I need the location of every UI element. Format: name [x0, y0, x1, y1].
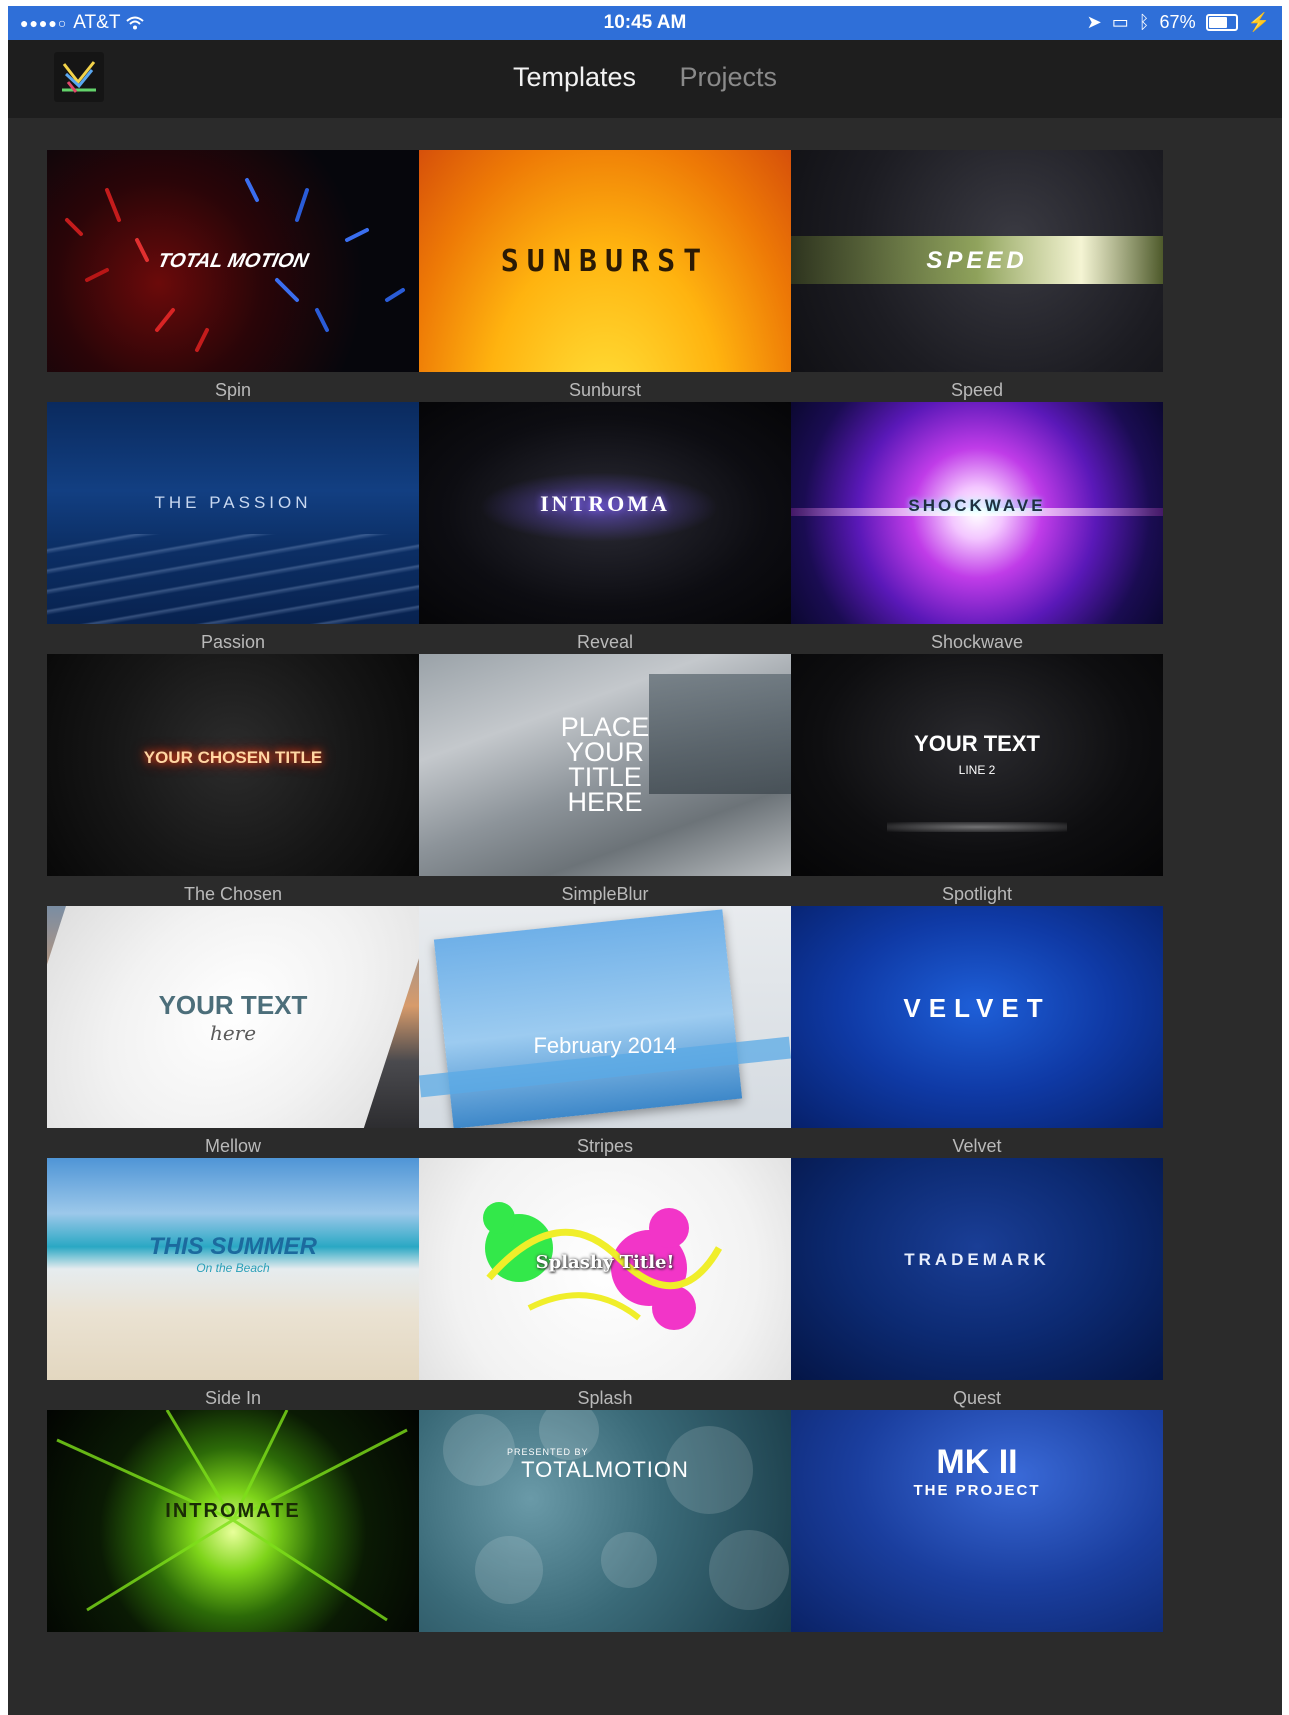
- template-tile-the-chosen[interactable]: YOUR CHOSEN TITLE The Chosen: [47, 654, 419, 904]
- template-thumbnail: Splashy Title!: [419, 1158, 791, 1380]
- template-thumbnail: SHOCKWAVE: [791, 402, 1163, 624]
- blurred-building: [649, 674, 791, 794]
- template-thumbnail: INTROMA: [419, 402, 791, 624]
- template-thumbnail: THE PASSION: [47, 402, 419, 624]
- light-rays: [56, 1410, 408, 1622]
- thumbnail-title-group: THIS SUMMER On the Beach: [47, 1158, 419, 1380]
- template-thumbnail: YOUR TEXT LINE 2: [791, 654, 1163, 876]
- template-thumbnail: PRESENTED BY TOTALMOTION: [419, 1410, 791, 1632]
- template-thumbnail: PLACE YOUR TITLE HERE: [419, 654, 791, 876]
- template-tile-velvet[interactable]: VELVET Velvet: [791, 906, 1163, 1156]
- battery-icon: [1205, 14, 1238, 31]
- template-name: Side In: [204, 1388, 262, 1408]
- template-name: Splash: [577, 1388, 633, 1408]
- navbar: Templates Projects: [8, 40, 1282, 118]
- battery-percent: 67%: [1159, 12, 1196, 32]
- template-thumbnail: INTROMATE: [47, 1410, 419, 1632]
- template-thumbnail: TOTAL MOTION: [47, 150, 419, 372]
- thumbnail-title: SUNBURST: [500, 243, 710, 279]
- template-tile-intromate[interactable]: INTROMATE: [47, 1410, 419, 1658]
- photo-card: [433, 909, 743, 1128]
- template-name: Sunburst: [568, 380, 642, 400]
- template-thumbnail: SUNBURST: [419, 150, 791, 372]
- thumbnail-title: VELVET: [903, 992, 1051, 1023]
- thumbnail-title: TRADEMARK: [904, 1250, 1050, 1269]
- template-tile-spin[interactable]: TOTAL MOTION Spin: [47, 150, 419, 400]
- template-thumbnail: YOUR CHOSEN TITLE: [47, 654, 419, 876]
- tab-bar: Templates Projects: [8, 62, 1282, 93]
- template-thumbnail: MK II THE PROJECT: [791, 1410, 1163, 1632]
- template-tile-passion[interactable]: THE PASSION Passion: [47, 402, 419, 652]
- template-name: Mellow: [204, 1136, 261, 1156]
- thumbnail-title-group: YOUR TEXT LINE 2: [791, 654, 1163, 876]
- thumbnail-title: YOUR TEXT: [914, 731, 1040, 756]
- template-thumbnail: SPEED: [791, 150, 1163, 372]
- thumbnail-subtitle: On the Beach: [196, 1261, 270, 1275]
- template-name: Passion: [200, 632, 266, 652]
- template-name: Spin: [214, 380, 252, 400]
- template-name: Speed: [950, 380, 1004, 400]
- template-name: Shockwave: [930, 632, 1024, 652]
- template-name: The Chosen: [183, 884, 283, 904]
- template-thumbnail: VELVET: [791, 906, 1163, 1128]
- template-tile-reveal[interactable]: INTROMA Reveal: [419, 402, 791, 652]
- shock-line: [791, 508, 1163, 516]
- template-tile-mellow[interactable]: YOUR TEXT here Mellow: [47, 906, 419, 1156]
- status-bar: ●●●●○ AT&T 10:45 AM ➤ ▭ ᛒ 67% ⚡: [8, 6, 1282, 40]
- template-grid: TOTAL MOTION Spin SUNBURST Sunburst SPEE…: [8, 118, 1282, 1715]
- template-thumbnail: THIS SUMMER On the Beach: [47, 1158, 419, 1380]
- airplay-icon: ▭: [1111, 12, 1129, 32]
- template-tile-spotlight[interactable]: YOUR TEXT LINE 2 Spotlight: [791, 654, 1163, 904]
- template-name: Velvet: [952, 1136, 1002, 1156]
- template-tile-side-in[interactable]: THIS SUMMER On the Beach Side In: [47, 1158, 419, 1408]
- template-thumbnail: TRADEMARK: [791, 1158, 1163, 1380]
- template-tile-shockwave[interactable]: SHOCKWAVE Shockwave: [791, 402, 1163, 652]
- lightning-glow: [479, 472, 719, 542]
- template-name: SimpleBlur: [561, 884, 649, 904]
- status-right: ➤ ▭ ᛒ 67% ⚡: [1087, 12, 1270, 33]
- template-name: Spotlight: [941, 884, 1013, 904]
- thumbnail-subtitle: LINE 2: [958, 763, 996, 777]
- tab-projects[interactable]: Projects: [680, 62, 778, 93]
- tab-templates[interactable]: Templates: [513, 62, 636, 93]
- speed-streak: [791, 236, 1163, 284]
- template-tile-stripes[interactable]: February 2014 Stripes: [419, 906, 791, 1156]
- bokeh-circles: [443, 1410, 789, 1610]
- template-tile-quest[interactable]: TRADEMARK Quest: [791, 1158, 1163, 1408]
- location-icon: ➤: [1086, 12, 1102, 32]
- thumbnail-title: PLACE YOUR TITLE HERE: [560, 712, 650, 817]
- white-card: [47, 906, 419, 1128]
- thumbnail-title: THIS SUMMER: [149, 1233, 317, 1260]
- thumbnail-title: YOUR CHOSEN TITLE: [143, 748, 323, 767]
- particle-burst: [65, 178, 405, 352]
- template-tile-simpleblur[interactable]: PLACE YOUR TITLE HERE SimpleBlur: [419, 654, 791, 904]
- bluetooth-icon: ᛒ: [1138, 12, 1150, 32]
- app-frame: ●●●●○ AT&T 10:45 AM ➤ ▭ ᛒ 67% ⚡ Template…: [8, 6, 1282, 1715]
- template-tile-sunburst[interactable]: SUNBURST Sunburst: [419, 150, 791, 400]
- template-tile-speed[interactable]: SPEED Speed: [791, 150, 1163, 400]
- thumbnail-title: MK II: [936, 1443, 1018, 1481]
- spotlight-floor: [887, 822, 1067, 832]
- paint-splash: [483, 1202, 723, 1330]
- template-name: Stripes: [576, 1136, 634, 1156]
- wave-pattern: [47, 534, 419, 624]
- template-thumbnail: February 2014: [419, 906, 791, 1128]
- charging-icon: ⚡: [1247, 12, 1270, 32]
- template-thumbnail: YOUR TEXT here: [47, 906, 419, 1128]
- thumbnail-title-group: MK II THE PROJECT: [791, 1410, 1163, 1582]
- template-name: Reveal: [576, 632, 634, 652]
- template-tile-mk-ii[interactable]: MK II THE PROJECT: [791, 1410, 1163, 1658]
- template-tile-splash[interactable]: Splashy Title! Splash: [419, 1158, 791, 1408]
- thumbnail-subtitle: THE PROJECT: [913, 1482, 1041, 1499]
- template-tile-totalmotion[interactable]: PRESENTED BY TOTALMOTION: [419, 1410, 791, 1658]
- template-name: Quest: [952, 1388, 1002, 1408]
